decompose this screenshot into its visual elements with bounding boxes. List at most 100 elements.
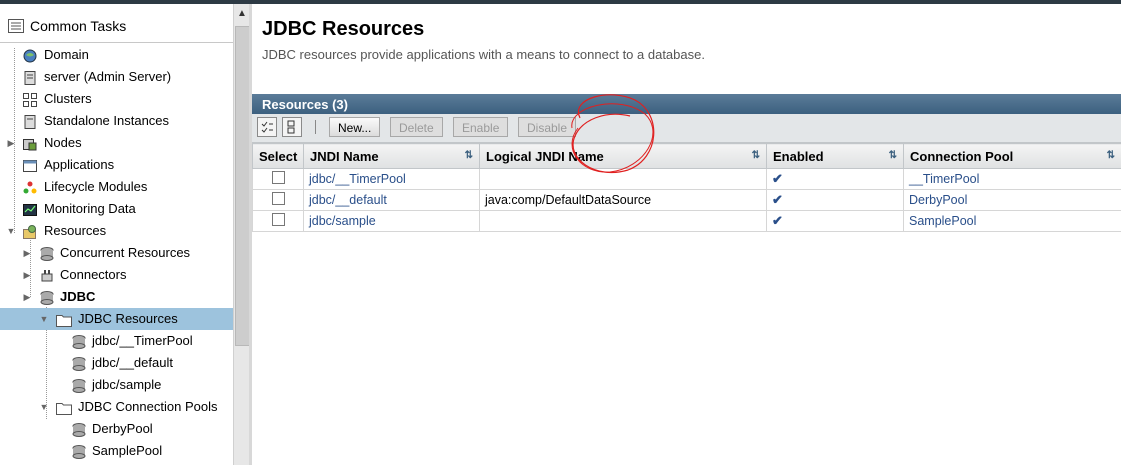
- scroll-thumb[interactable]: [235, 26, 250, 346]
- resources-icon: [23, 224, 37, 239]
- applications-icon: [23, 158, 37, 172]
- tree-item-monitoring-data[interactable]: Monitoring Data: [0, 198, 233, 220]
- tree-item-label: Connectors: [60, 267, 127, 282]
- tree-item-resources[interactable]: ▼ Resources: [0, 220, 233, 242]
- column-logical-jndi-name[interactable]: Logical JNDI Name ⇅: [479, 143, 767, 169]
- folder-icon: [56, 312, 72, 327]
- tree-item-label: Domain: [44, 47, 89, 62]
- tree-item-concurrent-resources[interactable]: ▶ Concurrent Resources: [0, 242, 233, 264]
- connection-pool-link[interactable]: __TimerPool: [909, 172, 979, 186]
- connection-pool-link[interactable]: DerbyPool: [909, 193, 967, 207]
- logical-jndi-name: [479, 210, 767, 232]
- sort-icon[interactable]: ⇅: [1107, 150, 1115, 161]
- tree-item-label: Clusters: [44, 91, 92, 106]
- tree-item-jdbc-resources[interactable]: ▼ JDBC Resources: [0, 308, 233, 330]
- monitor-icon: [23, 202, 37, 216]
- tree-item-label: Lifecycle Modules: [44, 179, 148, 194]
- tree-item-applications[interactable]: Applications: [0, 154, 233, 176]
- tree-item-label: JDBC: [60, 289, 96, 304]
- scroll-up-icon[interactable]: ▲: [237, 8, 247, 19]
- connector-icon: [40, 268, 54, 282]
- tree-item-label: SamplePool: [92, 443, 163, 458]
- tree-item-connectors[interactable]: ▶ Connectors: [0, 264, 233, 286]
- jndi-name-link[interactable]: jdbc/sample: [309, 214, 376, 228]
- server-icon: [24, 70, 38, 85]
- tree-item-jdbc-default[interactable]: jdbc/__default: [0, 352, 233, 374]
- page-description: JDBC resources provide applications with…: [262, 47, 705, 62]
- row-checkbox[interactable]: [272, 192, 285, 205]
- enable-button[interactable]: Enable: [453, 117, 509, 137]
- database-icon: [40, 246, 54, 261]
- column-connection-pool[interactable]: Connection Pool ⇅: [903, 143, 1121, 169]
- table-title: Resources (3): [252, 94, 1121, 114]
- column-enabled[interactable]: Enabled ⇅: [766, 143, 904, 169]
- tree-item-jdbc[interactable]: ▶ JDBC: [0, 286, 233, 308]
- deselect-all-button[interactable]: [282, 117, 302, 137]
- tree-item-domain[interactable]: Domain: [0, 44, 233, 66]
- row-checkbox[interactable]: [272, 213, 285, 226]
- jndi-name-link[interactable]: jdbc/__default: [309, 193, 387, 207]
- sort-icon[interactable]: ⇅: [752, 150, 760, 161]
- enabled-check-icon: ✔: [772, 192, 783, 207]
- tree-item-samplepool[interactable]: SamplePool: [0, 440, 233, 462]
- tree-item-jdbc-connection-pools[interactable]: ▼ JDBC Connection Pools: [0, 396, 233, 418]
- logical-jndi-name: [479, 168, 767, 190]
- tree-item-server[interactable]: server (Admin Server): [0, 66, 233, 88]
- table-toolbar: New... Delete Enable Disable: [252, 114, 1121, 143]
- lifecycle-icon: [23, 180, 37, 194]
- node-icon: [23, 136, 37, 151]
- sort-icon[interactable]: ⇅: [889, 150, 897, 161]
- new-button[interactable]: New...: [329, 117, 381, 137]
- table-header-row: Select JNDI Name ⇅ Logical JNDI Name ⇅ Ena…: [252, 143, 1121, 169]
- connection-pool-link[interactable]: SamplePool: [909, 214, 976, 228]
- tree-item-label: jdbc/sample: [92, 377, 162, 392]
- tree-item-nodes[interactable]: ▶ Nodes: [0, 132, 233, 154]
- database-icon: [72, 444, 86, 459]
- tree-item-label: Nodes: [44, 135, 82, 150]
- logical-jndi-name: java:comp/DefaultDataSource: [479, 189, 767, 211]
- expand-arrow-icon[interactable]: ▶: [22, 264, 32, 286]
- collapse-arrow-icon[interactable]: ▼: [39, 308, 49, 330]
- tree-item-label: JDBC Resources: [78, 311, 178, 326]
- common-tasks-header[interactable]: Common Tasks: [0, 12, 233, 42]
- jndi-name-link[interactable]: jdbc/__TimerPool: [309, 172, 406, 186]
- folder-icon: [56, 400, 72, 415]
- column-jndi-name[interactable]: JNDI Name ⇅: [303, 143, 480, 169]
- expand-arrow-icon[interactable]: ▶: [22, 242, 32, 264]
- row-checkbox[interactable]: [272, 171, 285, 184]
- column-label: JNDI Name: [310, 148, 379, 164]
- tree-item-jdbc-timerpool[interactable]: jdbc/__TimerPool: [0, 330, 233, 352]
- expand-arrow-icon[interactable]: ▶: [6, 132, 16, 154]
- tree-item-label: JDBC Connection Pools: [78, 399, 218, 414]
- database-icon: [72, 334, 86, 349]
- database-icon: [72, 356, 86, 371]
- deselect-all-icon: [287, 120, 295, 134]
- main-content: JDBC Resources JDBC resources provide ap…: [252, 4, 1121, 465]
- tree-item-clusters[interactable]: Clusters: [0, 88, 233, 110]
- tree-scrollbar[interactable]: ▲: [233, 4, 250, 465]
- collapse-arrow-icon[interactable]: ▼: [39, 396, 49, 418]
- tree-item-derbypool[interactable]: DerbyPool: [0, 418, 233, 440]
- column-label: Logical JNDI Name: [486, 148, 604, 164]
- common-tasks-label: Common Tasks: [30, 18, 127, 34]
- tree-item-lifecycle-modules[interactable]: Lifecycle Modules: [0, 176, 233, 198]
- tasks-icon: [8, 19, 24, 36]
- tree-item-jdbc-sample[interactable]: jdbc/sample: [0, 374, 233, 396]
- database-icon: [72, 422, 86, 437]
- disable-button[interactable]: Disable: [518, 117, 577, 137]
- delete-button[interactable]: Delete: [390, 117, 443, 137]
- tree-item-label: jdbc/__default: [92, 355, 173, 370]
- tree-item-label: jdbc/__TimerPool: [92, 333, 193, 348]
- server-icon: [24, 114, 38, 129]
- tree-item-label: server (Admin Server): [44, 69, 172, 84]
- sort-icon[interactable]: ⇅: [465, 150, 473, 161]
- column-label: Connection Pool: [910, 148, 1014, 164]
- tree-item-standalone-instances[interactable]: Standalone Instances: [0, 110, 233, 132]
- navigation-tree: Common Tasks Domain server (Admin Server…: [0, 4, 233, 465]
- column-label: Select: [259, 148, 298, 164]
- collapse-arrow-icon[interactable]: ▼: [6, 220, 16, 242]
- expand-arrow-icon[interactable]: ▶: [22, 286, 32, 308]
- tree-item-label: DerbyPool: [92, 421, 153, 436]
- toolbar-separator: [315, 120, 316, 134]
- select-all-button[interactable]: [257, 117, 277, 137]
